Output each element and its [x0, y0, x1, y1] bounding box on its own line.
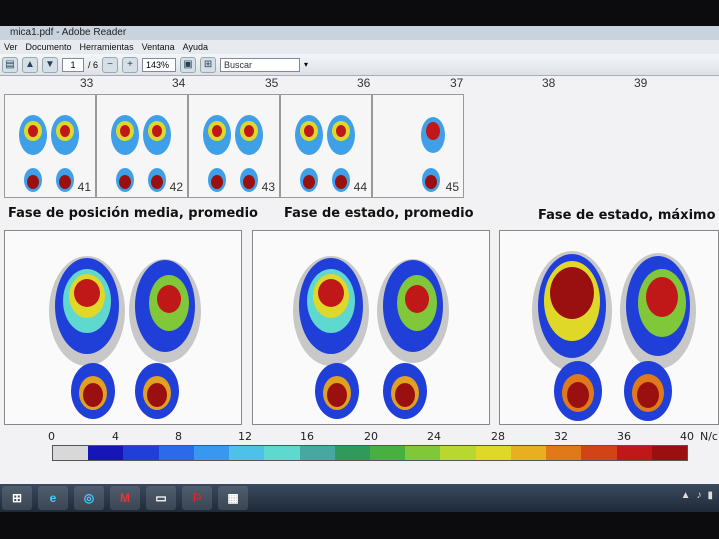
legend-swatch [440, 446, 476, 460]
top-num: 39 [634, 76, 648, 90]
menu-ventana[interactable]: Ventana [142, 40, 175, 54]
legend-swatch [193, 446, 230, 460]
window-icon[interactable]: ▭ [146, 486, 176, 510]
top-num: 34 [172, 76, 186, 90]
explorer-icon[interactable]: ◎ [74, 486, 104, 510]
mcafee-icon[interactable]: M [110, 486, 140, 510]
legend-tick: 12 [238, 430, 252, 443]
legend-swatch [510, 446, 547, 460]
zoom-out-button[interactable]: − [102, 56, 119, 73]
top-num: 38 [542, 76, 556, 90]
legend-tick: 24 [427, 430, 441, 443]
legend-swatch [229, 446, 265, 460]
heading-stance-max: Fase de estado, máximo [538, 208, 716, 223]
volume-icon[interactable]: ♪ [696, 490, 701, 501]
legend-swatch [616, 446, 652, 460]
pressure-map [293, 256, 449, 419]
legend-tick: 0 [48, 430, 55, 443]
start-orb-icon[interactable]: ⊞ [2, 486, 32, 510]
page-number-input[interactable]: 1 [62, 57, 84, 72]
legend-swatch [475, 446, 511, 460]
legend-swatch [651, 446, 687, 460]
ie-icon[interactable]: e [38, 486, 68, 510]
menu-ver[interactable]: Ver [4, 40, 18, 54]
thumbnail-number: 45 [445, 180, 459, 194]
color-scale [52, 445, 688, 461]
legend-swatch [123, 446, 159, 460]
fit-page-icon[interactable]: ▣ [180, 56, 197, 73]
taskbar: ⊞ e ◎ M ▭ ⚐ ▦ [0, 484, 719, 512]
legend-swatch [299, 446, 335, 460]
system-tray: ▲ ♪ ▮ [681, 490, 713, 501]
pressure-map [532, 251, 696, 421]
pressure-map [49, 256, 201, 419]
thumbnail-number: 44 [353, 180, 367, 194]
search-dropdown-icon[interactable]: ▾ [304, 60, 308, 69]
tools-icon[interactable]: ▤ [2, 56, 18, 73]
legend-tick: 4 [112, 430, 119, 443]
menu-bar: Ver Documento Herramientas Ventana Ayuda [0, 40, 719, 54]
fit-width-icon[interactable]: ⊞ [200, 56, 217, 73]
top-num: 35 [265, 76, 279, 90]
window-title: mica1.pdf - Adobe Reader [0, 26, 719, 40]
acrobat-icon[interactable]: ⚐ [182, 486, 212, 510]
legend-tick: 8 [175, 430, 182, 443]
legend-swatch [581, 446, 617, 460]
zoom-field[interactable]: 143% [142, 57, 177, 72]
thumbnail-42: 42 [96, 94, 188, 198]
thumbnail-number: 42 [169, 180, 183, 194]
tray-arrow-icon[interactable]: ▲ [681, 490, 691, 501]
legend-tick: 36 [617, 430, 631, 443]
legend-swatch [334, 446, 370, 460]
legend-tick: 32 [554, 430, 568, 443]
menu-documento[interactable]: Documento [26, 40, 72, 54]
thumbnail-45: 45 [372, 94, 464, 198]
legend-unit: N/c [700, 430, 718, 443]
next-page-button[interactable]: ▼ [42, 56, 58, 73]
top-num: 37 [450, 76, 464, 90]
legend-swatch [158, 446, 194, 460]
top-num: 36 [357, 76, 371, 90]
page-total: / 6 [88, 59, 99, 70]
top-num: 33 [80, 76, 94, 90]
legend-swatch [53, 446, 89, 460]
legend-swatch [546, 446, 582, 460]
legend-tick: 28 [491, 430, 505, 443]
legend-swatch [405, 446, 441, 460]
panel-mid-stance [4, 230, 242, 425]
network-icon[interactable]: ▮ [707, 490, 713, 501]
heading-stance-avg: Fase de estado, promedio [284, 206, 474, 221]
legend-tick: 40 [680, 430, 694, 443]
doc-icon[interactable]: ▦ [218, 486, 248, 510]
legend-swatch [88, 446, 124, 460]
legend-swatch [369, 446, 406, 460]
thumbnail-44: 44 [280, 94, 372, 198]
menu-herramientas[interactable]: Herramientas [80, 40, 134, 54]
legend-tick: 16 [300, 430, 314, 443]
search-input[interactable]: Buscar [220, 57, 301, 72]
panel-stance-avg [252, 230, 490, 425]
heading-mid-stance: Fase de posición media, promedio [8, 206, 258, 221]
menu-ayuda[interactable]: Ayuda [183, 40, 208, 54]
zoom-in-button[interactable]: + [122, 56, 139, 73]
thumbnail-41: 41 [4, 94, 96, 198]
panel-stance-max [499, 230, 719, 425]
thumbnail-43: 43 [188, 94, 280, 198]
prev-page-button[interactable]: ▲ [22, 56, 38, 73]
thumbnail-number: 41 [77, 180, 91, 194]
toolbar: ▤ ▲ ▼ 1 / 6 − + 143% ▣ ⊞ Buscar ▾ [0, 54, 719, 76]
legend-swatch [264, 446, 300, 460]
thumbnail-number: 43 [261, 180, 275, 194]
legend-tick: 20 [364, 430, 378, 443]
